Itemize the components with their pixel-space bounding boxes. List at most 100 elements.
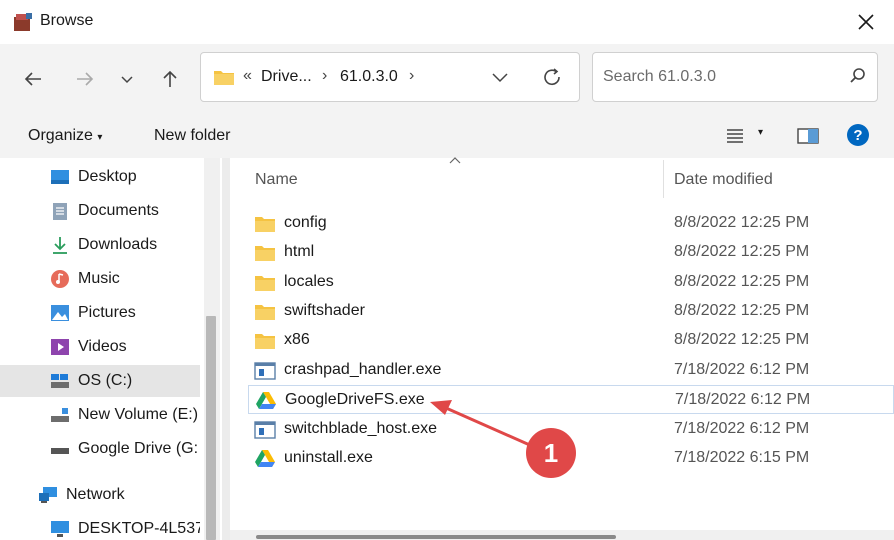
computer-icon bbox=[51, 521, 69, 537]
back-arrow-icon bbox=[24, 72, 41, 86]
dropdown-caret-icon: ▾ bbox=[758, 127, 764, 138]
sidebar-item-label: Desktop bbox=[78, 168, 137, 185]
google-drive-icon bbox=[256, 392, 276, 409]
breadcrumb-segment[interactable]: Drive... bbox=[261, 68, 312, 86]
file-name: uninstall.exe bbox=[284, 449, 373, 466]
sidebar-item-label: Documents bbox=[78, 202, 159, 219]
search-icon bbox=[850, 68, 865, 83]
app-icon bbox=[14, 13, 32, 31]
list-view-icon bbox=[727, 129, 743, 143]
sidebar-item-os-c[interactable]: OS (C:) bbox=[0, 365, 200, 397]
file-date: 8/8/2022 12:25 PM bbox=[674, 331, 810, 348]
folder-icon bbox=[255, 305, 275, 320]
file-row-swiftshader[interactable]: swiftshader 8/8/2022 12:25 PM bbox=[248, 297, 894, 326]
search-field[interactable]: Search 61.0.3.0 bbox=[592, 52, 878, 102]
column-header-date[interactable]: Date modified bbox=[674, 171, 773, 189]
breadcrumb-segment[interactable]: 61.0.3.0 bbox=[340, 68, 398, 86]
folder-icon bbox=[255, 334, 275, 349]
file-date: 7/18/2022 6:12 PM bbox=[675, 391, 811, 408]
file-name: x86 bbox=[284, 331, 310, 348]
sidebar-item-documents[interactable]: Documents bbox=[0, 195, 200, 227]
sidebar-item-computer[interactable]: DESKTOP-4L537 bbox=[0, 513, 200, 540]
downloads-icon bbox=[53, 237, 67, 254]
file-row-locales[interactable]: locales 8/8/2022 12:25 PM bbox=[248, 268, 894, 297]
desktop-icon bbox=[51, 170, 69, 184]
music-icon bbox=[51, 270, 69, 288]
network-icon bbox=[39, 487, 57, 503]
videos-icon bbox=[51, 339, 69, 355]
file-row-x86[interactable]: x86 8/8/2022 12:25 PM bbox=[248, 326, 894, 355]
file-name: config bbox=[284, 214, 327, 231]
organize-label: Organize bbox=[28, 127, 93, 144]
file-name: GoogleDriveFS.exe bbox=[285, 391, 425, 408]
sidebar-item-desktop[interactable]: Desktop bbox=[0, 161, 200, 193]
svg-text:?: ? bbox=[853, 127, 862, 144]
drive-icon bbox=[51, 408, 69, 422]
help-icon[interactable]: ? bbox=[846, 123, 870, 147]
file-date: 7/18/2022 6:12 PM bbox=[674, 420, 810, 437]
sidebar-item-new-volume[interactable]: New Volume (E:) bbox=[0, 399, 200, 431]
close-button[interactable] bbox=[852, 8, 880, 36]
documents-icon bbox=[53, 203, 67, 220]
sidebar-item-network[interactable]: Network bbox=[0, 479, 200, 511]
forward-button[interactable] bbox=[72, 66, 98, 92]
sidebar-item-label: DESKTOP-4L537 bbox=[78, 520, 200, 537]
file-row-config[interactable]: config 8/8/2022 12:25 PM bbox=[248, 209, 894, 238]
horizontal-scrollbar-thumb[interactable] bbox=[256, 535, 616, 539]
sidebar-item-music[interactable]: Music bbox=[0, 263, 200, 295]
sidebar-item-label: Downloads bbox=[78, 236, 158, 253]
folder-icon bbox=[255, 276, 275, 291]
navigation-pane: Desktop Documents Downloads Music Pictur… bbox=[0, 158, 200, 540]
window-title: Browse bbox=[40, 12, 94, 29]
sidebar-item-label: Videos bbox=[78, 338, 127, 355]
sidebar-item-pictures[interactable]: Pictures bbox=[0, 297, 200, 329]
chevron-down-icon[interactable] bbox=[492, 71, 508, 83]
sort-ascending-icon bbox=[449, 157, 461, 164]
breadcrumb-separator-icon[interactable]: › bbox=[409, 67, 414, 85]
recent-locations-button[interactable] bbox=[114, 66, 140, 92]
drive-icon bbox=[51, 374, 69, 388]
sidebar-item-label: Music bbox=[78, 270, 120, 287]
exe-icon bbox=[254, 362, 276, 380]
file-date: 8/8/2022 12:25 PM bbox=[674, 302, 810, 319]
refresh-icon[interactable] bbox=[541, 66, 563, 88]
view-options-button[interactable]: ▾ bbox=[722, 126, 768, 146]
command-bar: Organize ▾ New folder ▾ ? bbox=[0, 112, 894, 158]
breadcrumb-separator-icon[interactable]: › bbox=[322, 67, 327, 85]
overflow-chevrons[interactable]: « bbox=[243, 67, 252, 85]
pictures-icon bbox=[51, 305, 69, 321]
forward-arrow-icon bbox=[77, 72, 94, 86]
address-bar[interactable]: « Drive... › 61.0.3.0 › bbox=[200, 52, 580, 102]
organize-button[interactable]: Organize ▾ bbox=[28, 127, 102, 145]
google-drive-icon bbox=[255, 450, 275, 467]
file-name: html bbox=[284, 243, 315, 260]
file-name: locales bbox=[284, 273, 334, 290]
new-folder-button[interactable]: New folder bbox=[154, 127, 230, 145]
pane-divider[interactable] bbox=[222, 158, 230, 540]
sidebar-scrollbar-thumb[interactable] bbox=[206, 316, 216, 540]
search-placeholder: Search 61.0.3.0 bbox=[603, 68, 716, 85]
sidebar-item-label: Google Drive (G: bbox=[78, 440, 199, 457]
back-button[interactable] bbox=[20, 66, 46, 92]
file-date: 8/8/2022 12:25 PM bbox=[674, 273, 810, 290]
title-bar: Browse bbox=[0, 0, 894, 44]
column-separator[interactable] bbox=[663, 160, 664, 198]
file-date: 8/8/2022 12:25 PM bbox=[674, 214, 810, 231]
file-row-googledrivefs[interactable]: GoogleDriveFS.exe 7/18/2022 6:12 PM bbox=[248, 385, 894, 414]
file-row-crashpad[interactable]: crashpad_handler.exe 7/18/2022 6:12 PM bbox=[248, 356, 894, 385]
file-row-html[interactable]: html 8/8/2022 12:25 PM bbox=[248, 238, 894, 267]
sidebar-item-label: New Volume (E:) bbox=[78, 406, 199, 423]
sidebar-item-label: Pictures bbox=[78, 304, 136, 321]
sidebar-item-videos[interactable]: Videos bbox=[0, 331, 200, 363]
sidebar-item-downloads[interactable]: Downloads bbox=[0, 229, 200, 261]
sidebar-item-google-drive[interactable]: Google Drive (G: bbox=[0, 433, 200, 465]
annotation-badge: 1 bbox=[526, 428, 576, 478]
up-button[interactable] bbox=[157, 66, 183, 92]
preview-pane-icon[interactable] bbox=[796, 126, 820, 146]
file-date: 8/8/2022 12:25 PM bbox=[674, 243, 810, 260]
sidebar-item-label: OS (C:) bbox=[78, 372, 133, 389]
folder-icon bbox=[255, 246, 275, 261]
sidebar-item-label: Network bbox=[66, 486, 125, 503]
column-header-name[interactable]: Name bbox=[255, 171, 298, 189]
folder-icon bbox=[255, 217, 275, 232]
